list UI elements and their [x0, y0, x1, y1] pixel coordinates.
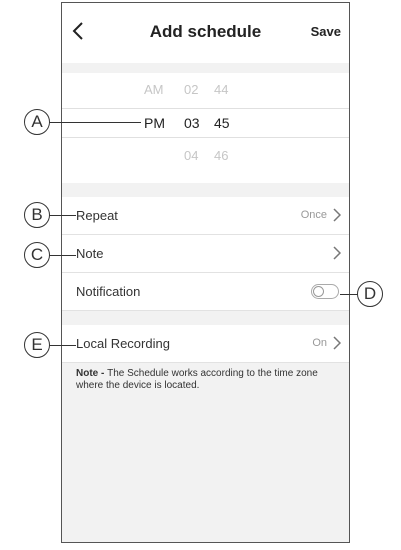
phone-screen: Add schedule Save AM 02 44 PM 03 45 04 4… — [61, 2, 350, 543]
callout-e: E — [24, 332, 50, 358]
header: Add schedule Save — [62, 3, 349, 63]
callout-line-e — [49, 345, 76, 346]
save-button[interactable]: Save — [311, 24, 341, 39]
note-label: Note — [76, 246, 104, 261]
local-recording-label: Local Recording — [76, 336, 170, 351]
picker-minute: 45 — [214, 115, 230, 131]
chevron-right-icon — [333, 336, 341, 350]
picker-minute: 44 — [214, 82, 229, 97]
picker-row-below[interactable]: 04 46 — [62, 142, 349, 170]
toggle-knob — [313, 286, 324, 297]
chevron-right-icon — [333, 208, 341, 222]
footer-note: Note - The Schedule works according to t… — [76, 368, 346, 392]
footer-note-text: The Schedule works according to the time… — [76, 368, 318, 391]
note-row[interactable]: Note — [62, 235, 349, 273]
callout-d: D — [357, 281, 383, 307]
picker-minute: 46 — [214, 148, 229, 163]
repeat-row[interactable]: Repeat Once — [62, 197, 349, 235]
picker-hour: 02 — [184, 82, 199, 97]
callout-b: B — [24, 202, 50, 228]
time-picker[interactable]: AM 02 44 PM 03 45 04 46 — [62, 73, 349, 183]
repeat-value: Once — [300, 209, 327, 221]
notification-toggle[interactable] — [311, 284, 339, 299]
notification-row: Notification — [62, 273, 349, 311]
callout-line-d — [340, 294, 358, 295]
callout-a: A — [24, 109, 50, 135]
picker-hour: 03 — [184, 115, 200, 131]
repeat-label: Repeat — [76, 208, 118, 223]
chevron-right-icon — [333, 246, 341, 260]
callout-line-b — [49, 215, 76, 216]
picker-hour: 04 — [184, 148, 199, 163]
footer-note-prefix: Note - — [76, 368, 108, 379]
picker-row-selected[interactable]: PM 03 45 — [62, 108, 349, 138]
picker-row-above[interactable]: AM 02 44 — [62, 76, 349, 104]
local-recording-row[interactable]: Local Recording On — [62, 325, 349, 363]
notification-label: Notification — [76, 284, 141, 299]
picker-period: PM — [144, 115, 165, 131]
callout-line-a — [49, 122, 141, 123]
page-title: Add schedule — [149, 22, 262, 41]
picker-period: AM — [144, 82, 164, 97]
callout-c: C — [24, 242, 50, 268]
local-recording-value: On — [312, 337, 327, 349]
callout-line-c — [49, 255, 76, 256]
